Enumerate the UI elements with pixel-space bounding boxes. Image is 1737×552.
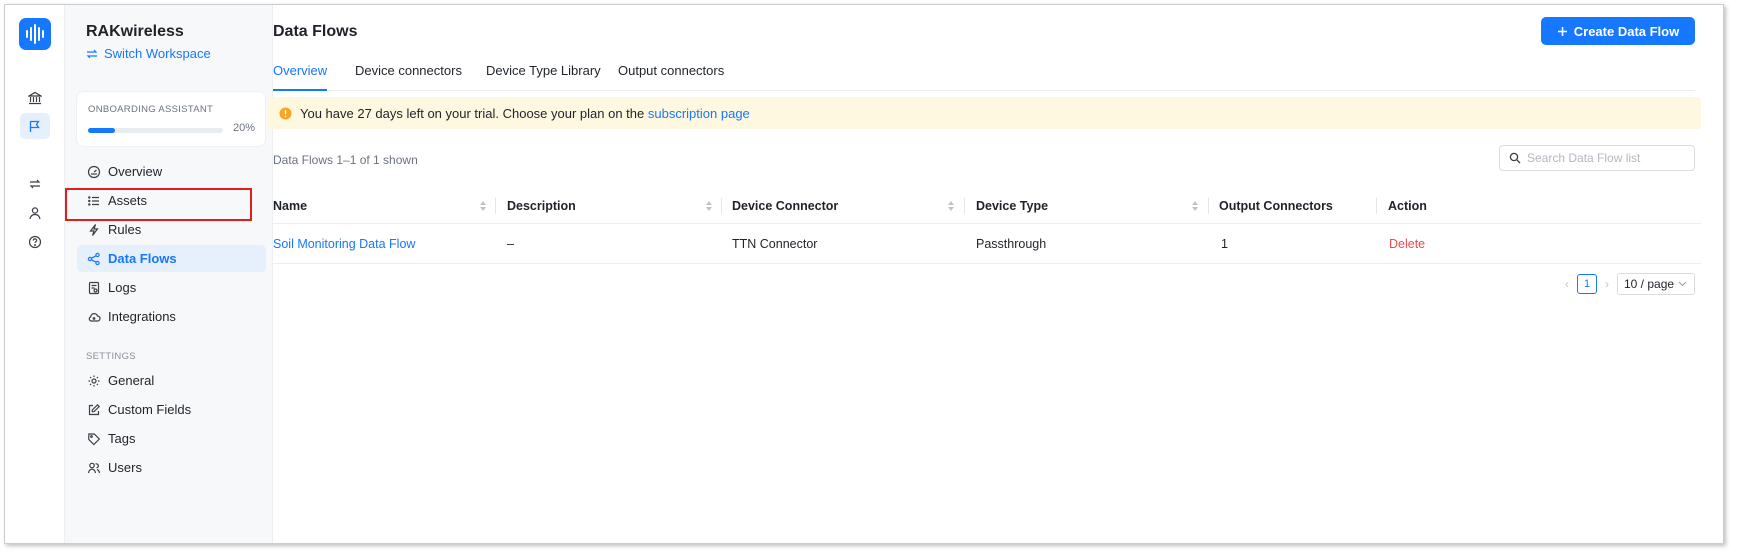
sidebar-item-label: Users bbox=[108, 460, 142, 475]
cloud-icon bbox=[88, 312, 101, 322]
column-header-device-type[interactable]: Device Type bbox=[976, 188, 1048, 224]
data-flow-device-connector: TTN Connector bbox=[732, 237, 818, 251]
sidebar-item-logs[interactable]: Logs bbox=[77, 274, 266, 301]
data-flow-device-type: Passthrough bbox=[976, 237, 1047, 251]
page-size-value: 10 / page bbox=[1624, 277, 1675, 291]
sort-icon[interactable] bbox=[705, 200, 713, 212]
app-window: RAKwireless Switch Workspace ONBOARDING … bbox=[4, 4, 1724, 544]
column-divider bbox=[721, 198, 722, 214]
trial-banner: You have 27 days left on your trial. Cho… bbox=[267, 97, 1701, 129]
column-header-device-connector[interactable]: Device Connector bbox=[732, 188, 838, 224]
dashboard-icon bbox=[87, 165, 101, 178]
switch-workspace-label: Switch Workspace bbox=[104, 46, 211, 61]
column-divider bbox=[495, 198, 496, 214]
icon-rail bbox=[5, 5, 65, 543]
sort-icon[interactable] bbox=[479, 200, 487, 212]
main-content: Data Flows Create Data Flow Overview Dev… bbox=[267, 5, 1723, 543]
onboarding-progress-fill bbox=[88, 128, 115, 133]
sidebar-item-integrations[interactable]: Integrations bbox=[77, 303, 266, 330]
onboarding-label: ONBOARDING ASSISTANT bbox=[88, 104, 214, 115]
sidebar-item-label: Data Flows bbox=[108, 251, 177, 266]
tab-device-connectors[interactable]: Device connectors bbox=[355, 63, 462, 91]
sidebar-item-label: Custom Fields bbox=[108, 402, 192, 417]
sidebar-item-tags[interactable]: Tags bbox=[77, 425, 266, 452]
sidebar-item-general[interactable]: General bbox=[77, 367, 266, 394]
sidebar-item-label: Overview bbox=[108, 164, 163, 179]
sidebar-item-overview[interactable]: Overview bbox=[77, 158, 266, 185]
column-header-action: Action bbox=[1388, 199, 1427, 213]
tab-overview[interactable]: Overview bbox=[273, 63, 328, 91]
sidebar-item-label: Logs bbox=[108, 280, 137, 295]
search-box[interactable] bbox=[1499, 145, 1695, 171]
create-data-flow-button[interactable]: Create Data Flow bbox=[1541, 17, 1695, 45]
gear-icon bbox=[88, 375, 100, 386]
sort-icon[interactable] bbox=[947, 200, 955, 212]
column-header-name[interactable]: Name bbox=[273, 188, 307, 224]
onboarding-percent: 20% bbox=[232, 122, 255, 134]
trial-banner-text: You have 27 days left on your trial. Cho… bbox=[300, 105, 645, 121]
sidebar-item-data-flows[interactable]: Data Flows bbox=[77, 245, 266, 272]
page-size-select[interactable]: 10 / page bbox=[1617, 273, 1695, 295]
sidebar-item-label: Integrations bbox=[108, 309, 176, 324]
data-flows-table: Name Description Device Connector Device… bbox=[273, 188, 1701, 264]
users-icon bbox=[87, 462, 101, 473]
help-icon[interactable] bbox=[20, 229, 50, 255]
column-divider bbox=[1208, 198, 1209, 214]
search-input[interactable] bbox=[1527, 151, 1687, 165]
table-header: Name Description Device Connector Device… bbox=[273, 188, 1701, 224]
data-flow-description: – bbox=[507, 237, 514, 251]
chevron-down-icon bbox=[1678, 281, 1687, 287]
workspace-sidebar: RAKwireless Switch Workspace ONBOARDING … bbox=[65, 5, 273, 543]
lightning-icon bbox=[89, 223, 99, 236]
onboarding-progress-bar bbox=[88, 128, 223, 133]
table-row: Soil Monitoring Data Flow – TTN Connecto… bbox=[273, 224, 1701, 264]
logo-icon[interactable] bbox=[19, 18, 51, 50]
data-flow-name-link[interactable]: Soil Monitoring Data Flow bbox=[273, 224, 415, 264]
search-icon bbox=[1509, 152, 1521, 164]
sidebar-item-users[interactable]: Users bbox=[77, 454, 266, 481]
sidebar-item-label: Rules bbox=[108, 222, 142, 237]
tab-device-type-library[interactable]: Device Type Library bbox=[486, 63, 601, 91]
sidebar-item-custom-fields[interactable]: Custom Fields bbox=[77, 396, 266, 423]
next-page-icon[interactable]: › bbox=[1605, 277, 1609, 291]
column-divider bbox=[964, 198, 965, 214]
settings-section-label: SETTINGS bbox=[86, 351, 136, 362]
swap-icon bbox=[86, 49, 98, 58]
column-header-output-connectors: Output Connectors bbox=[1219, 199, 1333, 213]
edit-icon bbox=[88, 403, 101, 415]
subscription-page-link[interactable]: subscription page bbox=[648, 106, 750, 121]
onboarding-assistant[interactable]: ONBOARDING ASSISTANT 20% bbox=[76, 91, 266, 147]
repeat-icon[interactable] bbox=[20, 171, 50, 197]
plus-icon bbox=[1557, 26, 1567, 36]
user-icon[interactable] bbox=[20, 200, 50, 226]
delete-button[interactable]: Delete bbox=[1389, 224, 1425, 264]
column-header-description[interactable]: Description bbox=[507, 188, 576, 224]
log-icon bbox=[88, 281, 100, 294]
data-flow-output-connectors: 1 bbox=[1221, 237, 1228, 251]
assets-highlight-box bbox=[65, 188, 252, 221]
page-title: Data Flows bbox=[273, 23, 358, 40]
data-flows-count: Data Flows 1–1 of 1 shown bbox=[273, 153, 418, 167]
page-number-button[interactable]: 1 bbox=[1577, 274, 1597, 294]
bank-icon[interactable] bbox=[20, 85, 50, 111]
tab-bar: Overview Device connectors Device Type L… bbox=[273, 63, 1695, 91]
switch-workspace-link[interactable]: Switch Workspace bbox=[86, 46, 211, 61]
flag-icon[interactable] bbox=[20, 113, 50, 139]
sort-icon[interactable] bbox=[1191, 200, 1199, 212]
create-data-flow-label: Create Data Flow bbox=[1573, 23, 1680, 39]
pagination: ‹ 1 › 10 / page bbox=[1565, 273, 1695, 295]
column-divider bbox=[1376, 198, 1377, 214]
sidebar-item-label: General bbox=[108, 373, 155, 388]
tag-icon bbox=[88, 432, 101, 445]
sidebar-item-label: Tags bbox=[108, 431, 136, 446]
tab-output-connectors[interactable]: Output connectors bbox=[618, 63, 724, 91]
share-icon bbox=[87, 252, 100, 265]
warning-icon bbox=[279, 107, 292, 119]
workspace-name: RAKwireless bbox=[86, 23, 184, 40]
prev-page-icon[interactable]: ‹ bbox=[1565, 277, 1569, 291]
